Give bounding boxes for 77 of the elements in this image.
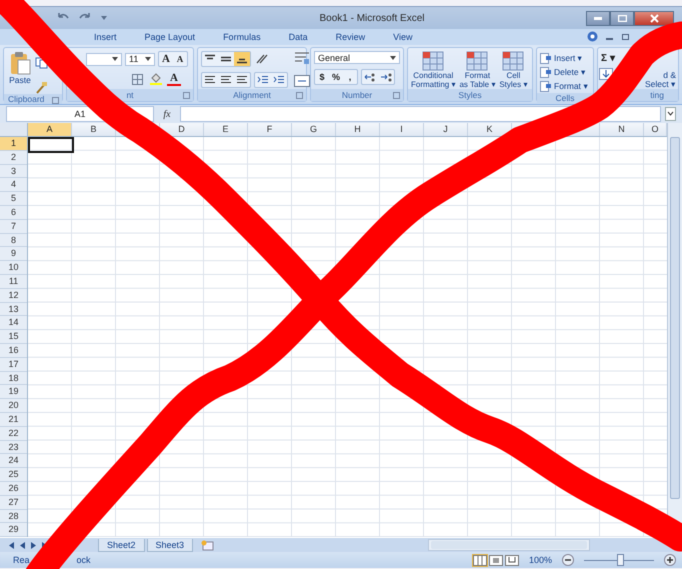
autosum-button[interactable]: Σ ▾ xyxy=(599,51,617,65)
row-header[interactable]: 7 xyxy=(0,220,27,234)
row-header[interactable]: 6 xyxy=(0,206,27,220)
ribbon-tab[interactable]: View xyxy=(383,30,422,45)
group-label: Number xyxy=(342,90,372,100)
row-header[interactable]: 19 xyxy=(0,385,27,400)
group-label: Alignment xyxy=(233,90,271,100)
group-label: Styles xyxy=(458,90,482,100)
paste-button[interactable]: Paste xyxy=(7,51,33,85)
sheet-tab[interactable]: Sheet3 xyxy=(146,538,194,552)
row-header[interactable]: 8 xyxy=(0,234,27,248)
status-text: Rea xyxy=(13,555,30,565)
row-header[interactable]: 11 xyxy=(0,274,27,289)
row-header[interactable]: 9 xyxy=(0,247,27,262)
zoom-level[interactable]: 100% xyxy=(528,555,552,565)
ribbon-tab[interactable]: Formulas xyxy=(213,30,271,45)
column-header[interactable]: B xyxy=(72,123,116,136)
ribbon-tab[interactable]: Page Layout xyxy=(134,30,206,45)
row-header[interactable]: 2 xyxy=(0,150,27,165)
ribbon-tab[interactable]: Insert xyxy=(84,30,127,45)
sheet-tab[interactable]: Sheet2 xyxy=(98,538,145,552)
styles-button[interactable]: Format as Table ▾ xyxy=(459,51,496,89)
column-header[interactable]: H xyxy=(336,123,380,136)
column-header[interactable]: G xyxy=(292,123,336,136)
row-header[interactable]: 21 xyxy=(0,412,27,427)
group-label: Clipboard xyxy=(8,94,44,104)
row-header[interactable]: 10 xyxy=(0,261,27,275)
cells-button[interactable]: Insert ▾ xyxy=(540,51,583,65)
row-header[interactable]: 26 xyxy=(0,482,27,496)
column-header[interactable]: K xyxy=(468,123,512,136)
row-header[interactable]: 3 xyxy=(0,164,27,178)
group-label: ting xyxy=(650,90,664,100)
row-header[interactable]: 24 xyxy=(0,454,27,468)
currency-button[interactable]: $ xyxy=(315,70,329,84)
column-header[interactable]: N xyxy=(600,123,644,136)
row-header[interactable]: 22 xyxy=(0,426,27,441)
row-header[interactable]: 15 xyxy=(0,330,27,344)
row-header[interactable]: 28 xyxy=(0,510,27,524)
cells-button[interactable]: Delete ▾ xyxy=(540,65,586,79)
row-header[interactable]: 16 xyxy=(0,344,27,358)
row-header[interactable]: 1 xyxy=(0,137,27,151)
row-header[interactable]: 29 xyxy=(0,523,27,538)
column-header[interactable]: F xyxy=(248,123,292,136)
group-label: Cells xyxy=(556,93,574,103)
cells-button[interactable]: Format ▾ xyxy=(540,79,588,93)
percent-button[interactable]: % xyxy=(329,70,343,84)
number-format-field[interactable]: General xyxy=(314,51,400,64)
styles-button[interactable]: Cell Styles ▾ xyxy=(499,51,528,89)
group-label: nt xyxy=(126,90,134,100)
grow-font-button[interactable]: A xyxy=(159,52,173,66)
font-size-field[interactable]: 11 xyxy=(125,52,155,66)
row-header[interactable]: 12 xyxy=(0,288,27,303)
row-header[interactable]: 25 xyxy=(0,468,27,482)
status-text: ock xyxy=(76,555,91,565)
row-header[interactable]: 4 xyxy=(0,178,27,192)
column-header[interactable]: I xyxy=(380,123,424,136)
row-header[interactable]: 18 xyxy=(0,372,27,386)
column-header[interactable]: J xyxy=(424,123,468,136)
row-header[interactable]: 13 xyxy=(0,302,27,316)
styles-button[interactable]: Conditional Formatting ▾ xyxy=(411,51,456,89)
column-header[interactable]: D xyxy=(160,123,204,136)
row-header[interactable]: 23 xyxy=(0,440,27,454)
ribbon-tab[interactable]: Review xyxy=(326,30,376,45)
row-header[interactable]: 20 xyxy=(0,399,27,413)
find-select-button[interactable]: d & Select ▾ xyxy=(645,71,678,89)
row-header[interactable]: 14 xyxy=(0,316,27,330)
insert-function-button[interactable]: fx xyxy=(158,108,176,120)
row-header[interactable]: 5 xyxy=(0,192,27,206)
comma-button[interactable]: , xyxy=(343,70,357,84)
row-header[interactable]: 27 xyxy=(0,496,27,510)
column-header[interactable]: A xyxy=(28,123,72,136)
ribbon-tab[interactable]: Data xyxy=(278,30,318,45)
shrink-font-button[interactable]: A xyxy=(173,52,187,66)
row-header[interactable]: 17 xyxy=(0,358,27,372)
window-title: Book1 - Microsoft Excel xyxy=(318,12,426,24)
column-header[interactable]: E xyxy=(204,123,248,136)
font-color-button[interactable]: A xyxy=(167,72,181,86)
